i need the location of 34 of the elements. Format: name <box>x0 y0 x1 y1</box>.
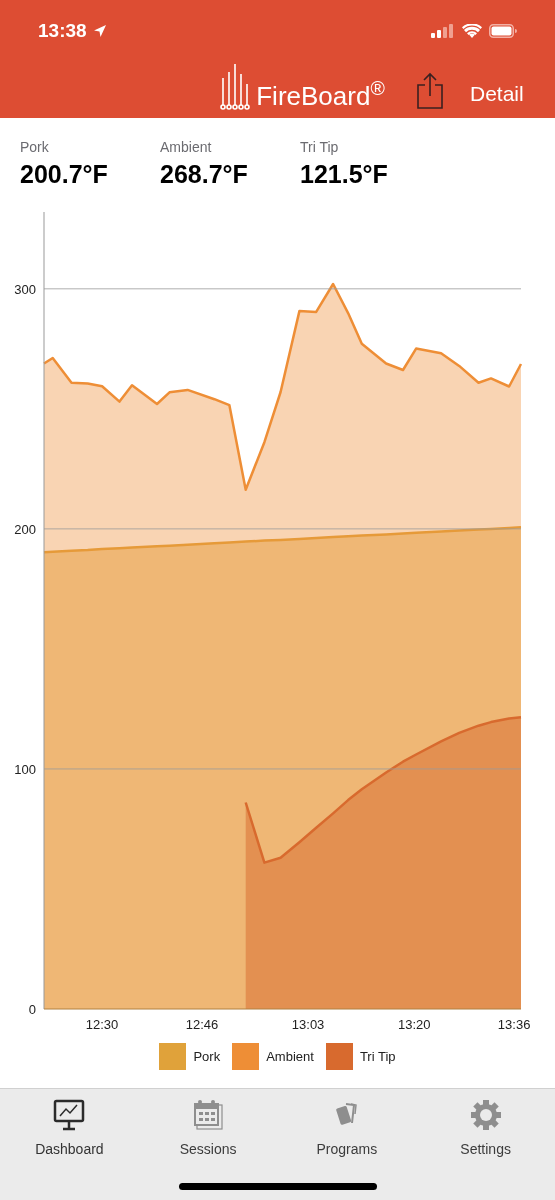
share-icon[interactable] <box>416 72 444 110</box>
x-tick-label: 13:03 <box>291 1017 325 1032</box>
detail-button[interactable]: Detail <box>470 78 524 110</box>
logo-mark-icon <box>220 64 251 110</box>
y-tick-label: 0 <box>28 1002 36 1017</box>
probe-temperature: 200.7°F <box>20 159 109 190</box>
probe-label: Ambient <box>160 138 213 156</box>
x-tick-label: 12:46 <box>185 1017 219 1032</box>
legend-label: Pork <box>193 1047 221 1066</box>
location-arrow-icon <box>92 24 107 38</box>
tab-bar-item[interactable]: Programs <box>277 1099 417 1160</box>
y-tick-label: 200 <box>14 521 36 537</box>
settings-icon <box>469 1099 502 1131</box>
y-tick-label: 300 <box>14 281 36 297</box>
wifi-icon <box>462 23 482 39</box>
legend-label: Ambient <box>266 1047 314 1066</box>
x-tick-label: 12:30 <box>85 1017 119 1032</box>
probe-temperature: 268.7°F <box>160 159 249 190</box>
x-tick-label: 13:20 <box>397 1017 431 1032</box>
tab-bar-item[interactable]: Dashboard <box>0 1099 139 1160</box>
signal-icon <box>431 24 455 38</box>
probe-temperature: 121.5°F <box>300 159 389 190</box>
legend-label: Tri Tip <box>359 1047 396 1066</box>
y-tick-label: 100 <box>14 761 36 777</box>
monitor-chart-icon <box>53 1099 86 1131</box>
logo-wordmark: FireBoard$^{®}$ <box>256 83 385 109</box>
probe-label: Pork <box>20 138 50 156</box>
tab-bar-item[interactable]: Sessions <box>138 1099 278 1160</box>
status-time: 13:38 <box>38 18 87 43</box>
battery-icon <box>489 24 517 38</box>
calendar-icon <box>192 1099 225 1131</box>
tab-bar-item[interactable]: Settings <box>416 1099 555 1160</box>
x-tick-label: 13:36 <box>497 1017 531 1032</box>
probe-label: Tri Tip <box>300 138 340 156</box>
